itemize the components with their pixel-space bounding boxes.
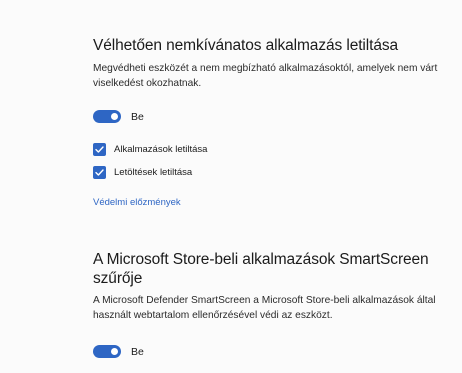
smartscreen-toggle-label: Be [131, 345, 144, 358]
pua-toggle-switch[interactable] [93, 110, 121, 123]
pua-toggle-label: Be [131, 110, 144, 123]
block-apps-label: Alkalmazások letiltása [114, 144, 208, 155]
protection-history-link[interactable]: Védelmi előzmények [93, 197, 181, 208]
settings-panel: Vélhetően nemkívánatos alkalmazás letilt… [0, 0, 462, 373]
block-downloads-row: Letöltések letiltása [93, 166, 192, 179]
smartscreen-description: A Microsoft Defender SmartScreen a Micro… [93, 295, 436, 321]
pua-toggle-row: Be [93, 110, 144, 123]
checkmark-icon [95, 169, 104, 176]
pua-description: Megvédheti eszközét a nem megbízható alk… [93, 63, 438, 89]
smartscreen-toggle-switch[interactable] [93, 345, 121, 358]
smartscreen-toggle-row: Be [93, 345, 144, 358]
smartscreen-section-title: A Microsoft Store-beli alkalmazások Smar… [93, 251, 429, 287]
block-downloads-label: Letöltések letiltása [114, 167, 193, 178]
toggle-knob [111, 113, 118, 120]
block-downloads-checkbox[interactable] [93, 166, 106, 179]
block-apps-row: Alkalmazások letiltása [93, 143, 207, 156]
block-apps-checkbox[interactable] [93, 143, 106, 156]
checkmark-icon [95, 146, 104, 153]
pua-section-title: Vélhetően nemkívánatos alkalmazás letilt… [93, 37, 399, 54]
toggle-knob [111, 348, 118, 355]
